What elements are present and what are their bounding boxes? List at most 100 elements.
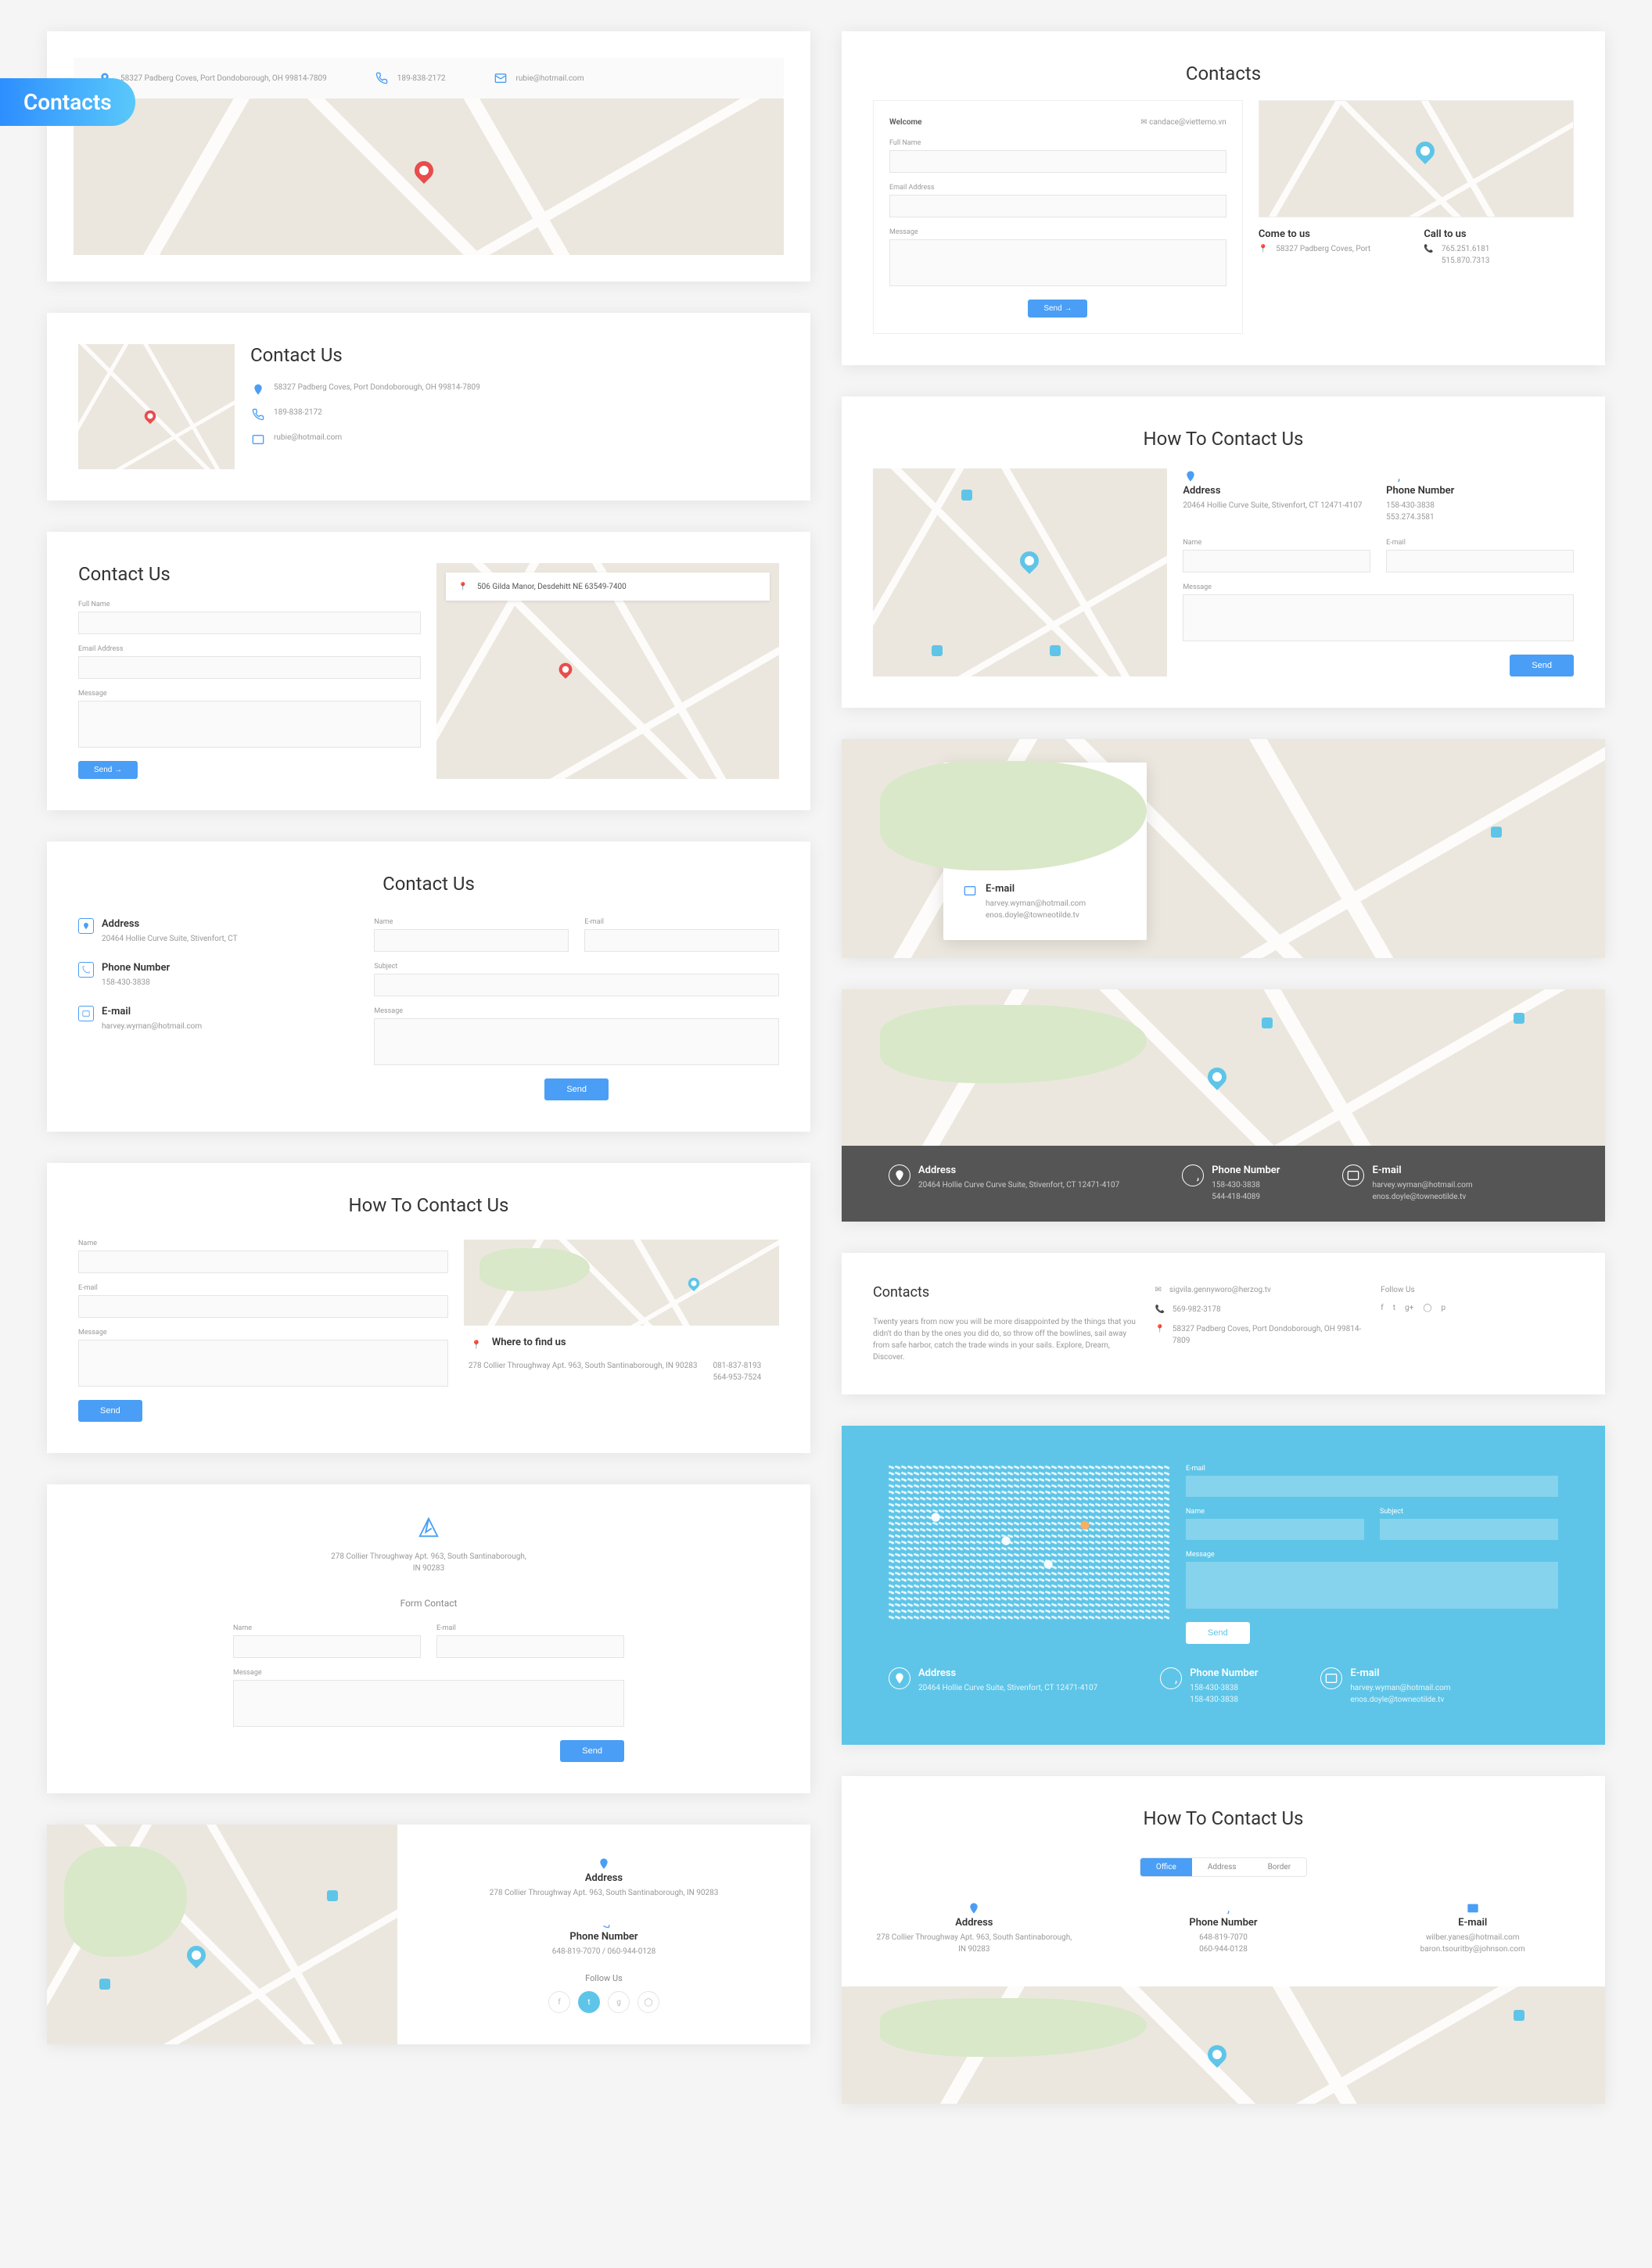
input-email[interactable] (1186, 1476, 1558, 1497)
address-label: Address (918, 1165, 1119, 1176)
form-heading: Form Contact (78, 1598, 779, 1609)
follow-label: Follow Us (1381, 1284, 1574, 1296)
map-pin-icon (1016, 547, 1043, 574)
map[interactable] (464, 1240, 779, 1326)
input-email[interactable] (584, 929, 779, 952)
card-form-contact: 278 Collier Throughway Apt. 963, South S… (47, 1484, 810, 1793)
send-button[interactable]: Send (560, 1740, 624, 1762)
input-name[interactable] (1186, 1519, 1364, 1540)
input-email[interactable] (436, 1635, 624, 1658)
call-label: Call to us (1424, 228, 1574, 240)
mail-icon (962, 883, 978, 899)
map[interactable] (47, 1825, 397, 2044)
email-text: rubie@hotmail.com (274, 432, 342, 443)
input-email[interactable] (78, 656, 421, 679)
phone-text: 158-430-3838553.274.3581 (1386, 500, 1574, 523)
phone-label: Phone Number (986, 832, 1054, 844)
map[interactable] (842, 1986, 1605, 2104)
phone-text: 648-819-7070 / 060-944-0128 (429, 1946, 779, 1958)
tab-address[interactable]: Address (1192, 1858, 1252, 1876)
map-pin-icon (183, 1942, 210, 1968)
mail-icon (1465, 1900, 1481, 1916)
map-pin-icon (1412, 138, 1438, 164)
send-button[interactable]: Send (78, 1400, 142, 1422)
pin-icon (889, 1667, 910, 1689)
input-email[interactable] (1386, 550, 1574, 572)
map[interactable]: Address20464 Hollie Curve Suite, Stivenf… (842, 739, 1605, 958)
facebook-icon[interactable]: f (548, 1991, 570, 2013)
address-label: Address (102, 918, 238, 930)
input-message[interactable] (78, 701, 421, 748)
address-text: 278 Collier Throughway Apt. 963, South S… (873, 1932, 1076, 1955)
tab-office[interactable]: Office (1140, 1858, 1192, 1876)
address-text: 58327 Padberg Coves, Port Dondoborough, … (274, 382, 480, 393)
label-name: Full Name (889, 139, 1226, 147)
input-subject[interactable] (1380, 1519, 1558, 1540)
card-map-hero: Contacts 58327 Padberg Coves, Port Dondo… (47, 31, 810, 282)
phone-icon (78, 962, 94, 978)
email-label: E-mail (1372, 1165, 1472, 1176)
form-panel: Welcome✉ candace@viettemo.vn Full Name E… (873, 100, 1243, 334)
mail-icon (78, 1006, 94, 1021)
map[interactable] (74, 99, 784, 255)
input-subject[interactable] (374, 974, 779, 996)
map[interactable]: 📍506 Gilda Manor, Desdehitt NE 63549-740… (436, 563, 779, 779)
input-message[interactable] (1183, 594, 1574, 641)
mail-icon: ✉ (1140, 118, 1147, 127)
form-area: Contact Us Full Name Email Address Messa… (78, 563, 421, 779)
input-name[interactable] (1183, 550, 1370, 572)
map[interactable] (1259, 100, 1574, 217)
input-name[interactable] (233, 1635, 421, 1658)
google-icon[interactable]: g+ (1405, 1302, 1413, 1314)
address-text: 278 Collier Throughway Apt. 963, South S… (327, 1551, 530, 1574)
send-button[interactable]: Send (1510, 655, 1574, 676)
input-name[interactable] (374, 929, 569, 952)
address-text: 20464 Hollie Curve Suite, Stivenfort, CT… (918, 1682, 1097, 1694)
email-text: harvey.wyman@hotmail.comenos.doyle@towne… (1372, 1179, 1472, 1203)
tab-border[interactable]: Border (1252, 1858, 1307, 1876)
input-name[interactable] (78, 1251, 448, 1273)
input-email[interactable] (78, 1295, 448, 1318)
phone-text: 158-430-3838 (102, 977, 170, 989)
form-area: E-mail NameSubject Message Send (1186, 1465, 1558, 1644)
phone-text: 081-837-8193564-953-7524 (713, 1360, 761, 1383)
instagram-icon[interactable]: ◯ (1423, 1302, 1431, 1314)
card-contacts-blurb: Contacts Twenty years from now you will … (842, 1253, 1605, 1394)
phone-label: Phone Number (1386, 485, 1574, 497)
facebook-icon[interactable]: f (1381, 1302, 1383, 1314)
input-email[interactable] (889, 195, 1226, 217)
twitter-icon[interactable]: t (578, 1991, 600, 2013)
pinterest-icon[interactable]: p (1442, 1302, 1446, 1314)
blurb-column: Contacts Twenty years from now you will … (873, 1284, 1139, 1363)
email-text: wilber.yanes@hotmail.combaron.tsouritby@… (1371, 1932, 1574, 1955)
input-message[interactable] (233, 1680, 624, 1727)
map-pin-icon (1204, 1064, 1230, 1090)
map[interactable] (873, 468, 1167, 676)
pin-icon (889, 1165, 910, 1186)
map[interactable] (78, 344, 235, 469)
phone-text: 189-838-2172 (397, 73, 446, 84)
address-label: Address (429, 1872, 779, 1884)
map[interactable] (842, 989, 1605, 1146)
input-message[interactable] (78, 1340, 448, 1387)
instagram-icon[interactable]: ◯ (637, 1991, 659, 2013)
label-email: E-mail (436, 1624, 624, 1632)
phone-icon (374, 70, 390, 86)
input-message[interactable] (889, 239, 1226, 286)
twitter-icon[interactable]: t (1393, 1302, 1395, 1314)
send-button[interactable]: Send → (1028, 300, 1087, 318)
come-label: Come to us (1259, 228, 1409, 240)
input-message[interactable] (1186, 1562, 1558, 1609)
map-pin-icon (142, 408, 158, 424)
follow-label: Follow Us (429, 1973, 779, 1983)
input-name[interactable] (889, 150, 1226, 173)
send-button[interactable]: Send (544, 1078, 609, 1100)
google-icon[interactable]: g (608, 1991, 630, 2013)
input-message[interactable] (374, 1018, 779, 1065)
input-name[interactable] (78, 612, 421, 634)
send-button[interactable]: Send → (78, 761, 138, 779)
phone-icon (962, 832, 978, 848)
send-button[interactable]: Send (1186, 1622, 1250, 1644)
label-message: Message (1183, 583, 1574, 591)
label-email: Email Address (78, 645, 421, 653)
